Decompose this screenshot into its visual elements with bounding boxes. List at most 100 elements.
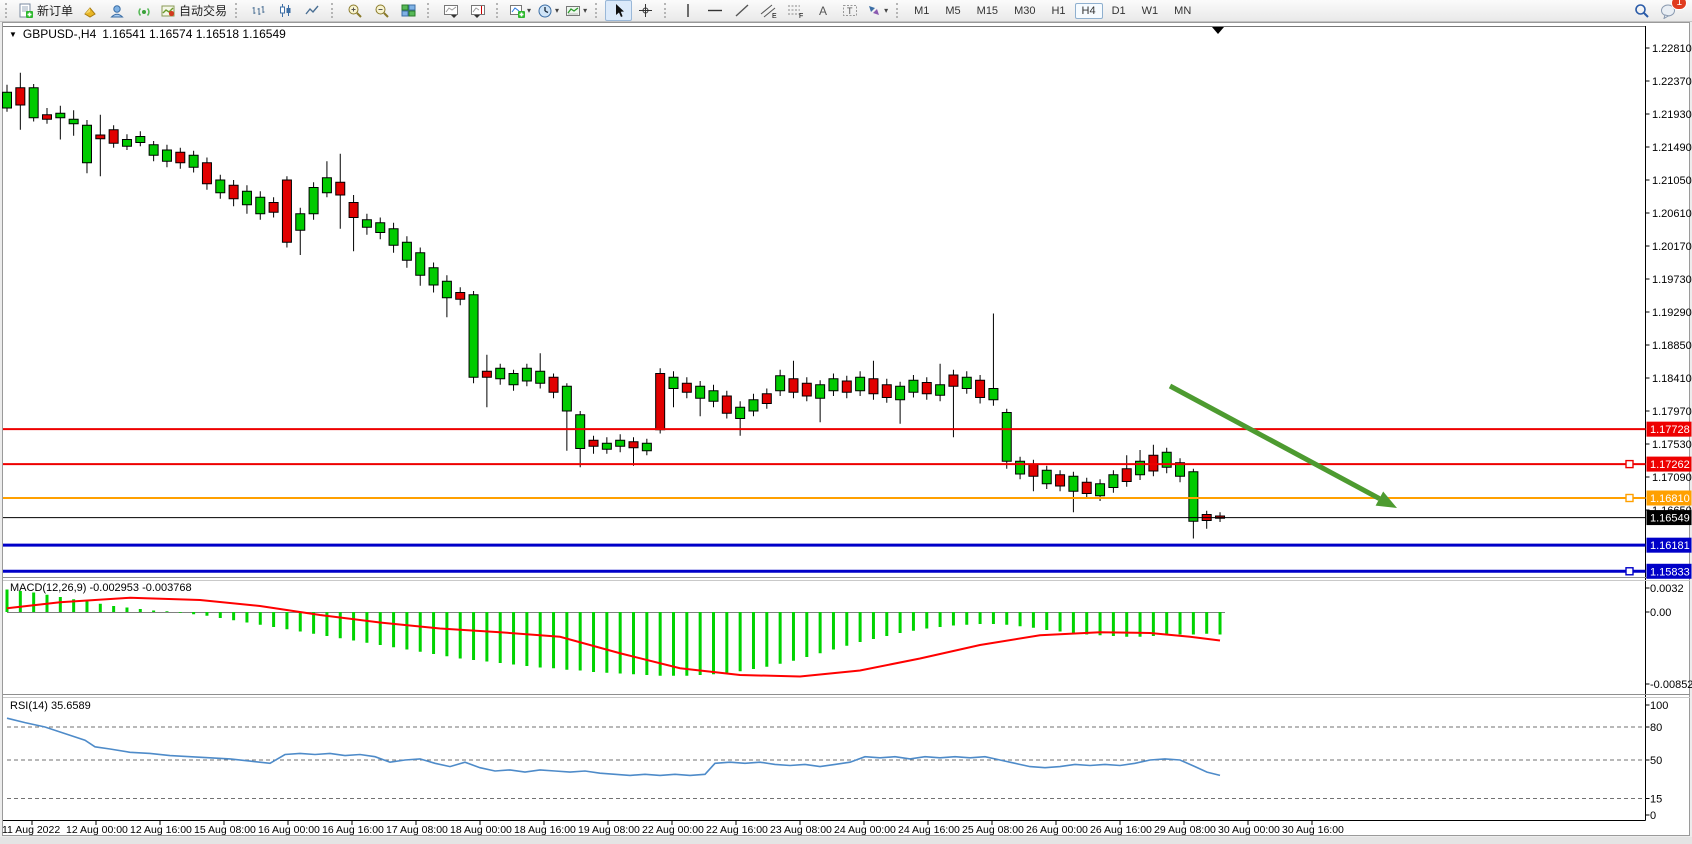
price-axis: 1.228101.223701.219301.214901.210501.206… xyxy=(1646,43,1692,517)
templates-button[interactable]: ▾ xyxy=(562,0,590,21)
search-button[interactable] xyxy=(1628,0,1655,21)
line-chart-icon xyxy=(305,3,320,18)
autotrading-button[interactable]: 自动交易 xyxy=(157,0,230,21)
bar-chart-icon xyxy=(251,3,266,18)
bar-chart-button[interactable] xyxy=(245,0,272,21)
tf-MN[interactable]: MN xyxy=(1167,3,1198,19)
svg-text:30 Aug 16:00: 30 Aug 16:00 xyxy=(1282,824,1344,836)
svg-text:1.19730: 1.19730 xyxy=(1652,274,1692,286)
svg-text:30 Aug 00:00: 30 Aug 00:00 xyxy=(1218,824,1280,836)
rsi-name: RSI(14) xyxy=(10,700,48,712)
autotrading-label: 自动交易 xyxy=(179,2,227,19)
trendline-icon xyxy=(734,3,750,18)
templates-icon xyxy=(565,3,581,19)
window-bottom-strip xyxy=(0,837,1692,844)
chat-button[interactable]: 1 xyxy=(1655,0,1682,21)
macd-indicator-label: MACD(12,26,9) -0.002953 -0.003768 xyxy=(10,582,192,594)
rsi-value: 35.6589 xyxy=(51,700,91,712)
horizontal-line-button[interactable] xyxy=(701,0,728,21)
toolbar-grip xyxy=(664,3,671,18)
rsi-indicator-label: RSI(14) 35.6589 xyxy=(10,700,91,712)
svg-text:1.22810: 1.22810 xyxy=(1652,43,1692,55)
svg-text:1.17262: 1.17262 xyxy=(1650,459,1690,471)
chart-symbol-period: GBPUSD-,H4 xyxy=(23,27,96,41)
svg-text:0: 0 xyxy=(1650,810,1656,822)
svg-text:24 Aug 16:00: 24 Aug 16:00 xyxy=(898,824,960,836)
svg-text:18 Aug 00:00: 18 Aug 00:00 xyxy=(450,824,512,836)
text-label-icon: T xyxy=(842,3,858,18)
zoom-out-button[interactable] xyxy=(368,0,395,21)
svg-text:29 Aug 08:00: 29 Aug 08:00 xyxy=(1154,824,1216,836)
tf-H4[interactable]: H4 xyxy=(1075,3,1103,19)
svg-text:1.21050: 1.21050 xyxy=(1652,175,1692,187)
chart-title: ▼ GBPUSD-,H4 1.16541 1.16574 1.16518 1.1… xyxy=(9,27,286,41)
tf-W1[interactable]: W1 xyxy=(1135,3,1166,19)
vertical-line-icon xyxy=(682,3,694,18)
metaeditor-button[interactable] xyxy=(103,0,130,21)
svg-text:17 Aug 08:00: 17 Aug 08:00 xyxy=(386,824,448,836)
crosshair-button[interactable] xyxy=(632,0,659,21)
crosshair-icon xyxy=(638,3,653,18)
new-order-button[interactable]: 新订单 xyxy=(15,0,76,21)
cursor-button[interactable] xyxy=(605,0,632,21)
trendline-button[interactable] xyxy=(728,0,755,21)
tf-M1[interactable]: M1 xyxy=(907,3,936,19)
search-icon xyxy=(1634,3,1650,19)
periods-button[interactable]: ▾ xyxy=(534,0,562,21)
horizontal-line-icon xyxy=(707,3,723,18)
svg-text:16 Aug 00:00: 16 Aug 00:00 xyxy=(258,824,320,836)
candle-chart-icon xyxy=(278,3,293,18)
svg-text:1.19290: 1.19290 xyxy=(1652,307,1692,319)
gold-button[interactable] xyxy=(76,0,103,21)
svg-text:1.21930: 1.21930 xyxy=(1652,109,1692,121)
candle-chart-button[interactable] xyxy=(272,0,299,21)
svg-text:1.22370: 1.22370 xyxy=(1652,76,1692,88)
chart-canvas[interactable]: 1.228101.223701.219301.214901.210501.206… xyxy=(0,0,1692,844)
svg-text:1.15833: 1.15833 xyxy=(1650,566,1690,578)
tf-M5[interactable]: M5 xyxy=(938,3,967,19)
svg-text:23 Aug 08:00: 23 Aug 08:00 xyxy=(770,824,832,836)
tf-M30[interactable]: M30 xyxy=(1007,3,1042,19)
chart-shift-button[interactable] xyxy=(464,0,491,21)
macd-name: MACD(12,26,9) xyxy=(10,582,86,594)
svg-text:18 Aug 16:00: 18 Aug 16:00 xyxy=(514,824,576,836)
zoom-in-button[interactable] xyxy=(341,0,368,21)
tile-windows-button[interactable] xyxy=(395,0,422,21)
chat-badge: 1 xyxy=(1671,0,1687,10)
tf-D1[interactable]: D1 xyxy=(1105,3,1133,19)
equidistant-channel-button[interactable]: E xyxy=(755,0,782,21)
tf-H1[interactable]: H1 xyxy=(1044,3,1072,19)
svg-text:11 Aug 2022: 11 Aug 2022 xyxy=(2,824,60,836)
tile-windows-icon xyxy=(401,3,416,18)
svg-text:A: A xyxy=(819,4,827,18)
indicators-button[interactable]: ▾ xyxy=(506,0,534,21)
text-button[interactable]: A xyxy=(809,0,836,21)
text-label-button[interactable]: T xyxy=(836,0,863,21)
svg-text:1.16549: 1.16549 xyxy=(1650,513,1690,525)
line-chart-button[interactable] xyxy=(299,0,326,21)
auto-scroll-button[interactable] xyxy=(437,0,464,21)
auto-scroll-icon xyxy=(443,3,459,19)
svg-text:16 Aug 16:00: 16 Aug 16:00 xyxy=(322,824,384,836)
svg-text:26 Aug 00:00: 26 Aug 00:00 xyxy=(1026,824,1088,836)
tf-M15[interactable]: M15 xyxy=(970,3,1005,19)
vertical-line-button[interactable] xyxy=(674,0,701,21)
chart-collapse-icon[interactable]: ▼ xyxy=(9,30,17,39)
fibonacci-button[interactable]: F xyxy=(782,0,809,21)
chevron-down-icon: ▾ xyxy=(884,6,888,15)
zoom-out-icon xyxy=(374,3,390,19)
svg-text:50: 50 xyxy=(1650,755,1662,767)
toolbar-grip xyxy=(595,3,602,18)
svg-text:1.17090: 1.17090 xyxy=(1652,472,1692,484)
signal-button[interactable] xyxy=(130,0,157,21)
svg-text:24 Aug 00:00: 24 Aug 00:00 xyxy=(834,824,896,836)
macd-values: -0.002953 -0.003768 xyxy=(89,582,191,594)
toolbar-grip xyxy=(235,3,242,18)
equidistant-channel-icon: E xyxy=(760,3,778,19)
autotrading-icon xyxy=(160,3,176,19)
arrows-button[interactable]: ▾ xyxy=(863,0,891,21)
zoom-in-icon xyxy=(347,3,363,19)
svg-text:1.17728: 1.17728 xyxy=(1650,424,1690,436)
fibonacci-icon: F xyxy=(787,3,805,19)
svg-text:25 Aug 08:00: 25 Aug 08:00 xyxy=(962,824,1024,836)
